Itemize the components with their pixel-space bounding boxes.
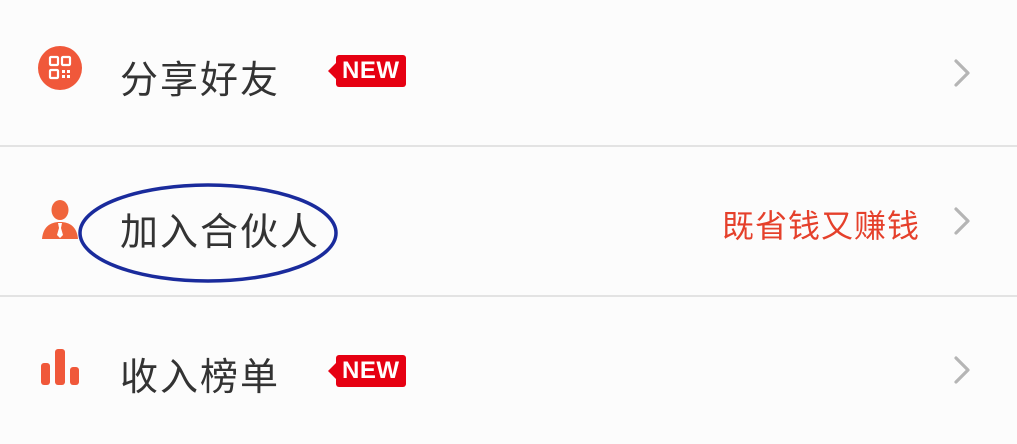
new-badge: NEW [328,54,406,88]
menu-item-label: 收入榜单 [120,355,281,399]
menu-item-label: 加入合伙人 [120,210,321,254]
menu-item-share[interactable]: 分享好友 NEW [0,0,1017,146]
chevron-right-icon [954,356,970,384]
chevron-right-icon [954,207,970,235]
person-icon [36,195,84,243]
bar-chart-icon [36,343,84,391]
menu-list: 分享好友 NEW 加入合伙人 既省钱又赚钱 收入榜单 NEW [0,0,1017,444]
qr-code-icon [36,44,84,92]
promo-text: 既省钱又赚钱 [721,207,920,245]
menu-item-partner[interactable]: 加入合伙人 既省钱又赚钱 [0,147,1017,295]
chevron-right-icon [954,59,970,87]
new-badge: NEW [328,354,406,388]
menu-item-label: 分享好友 [120,58,281,102]
menu-item-income-rank[interactable]: 收入榜单 NEW [0,297,1017,444]
